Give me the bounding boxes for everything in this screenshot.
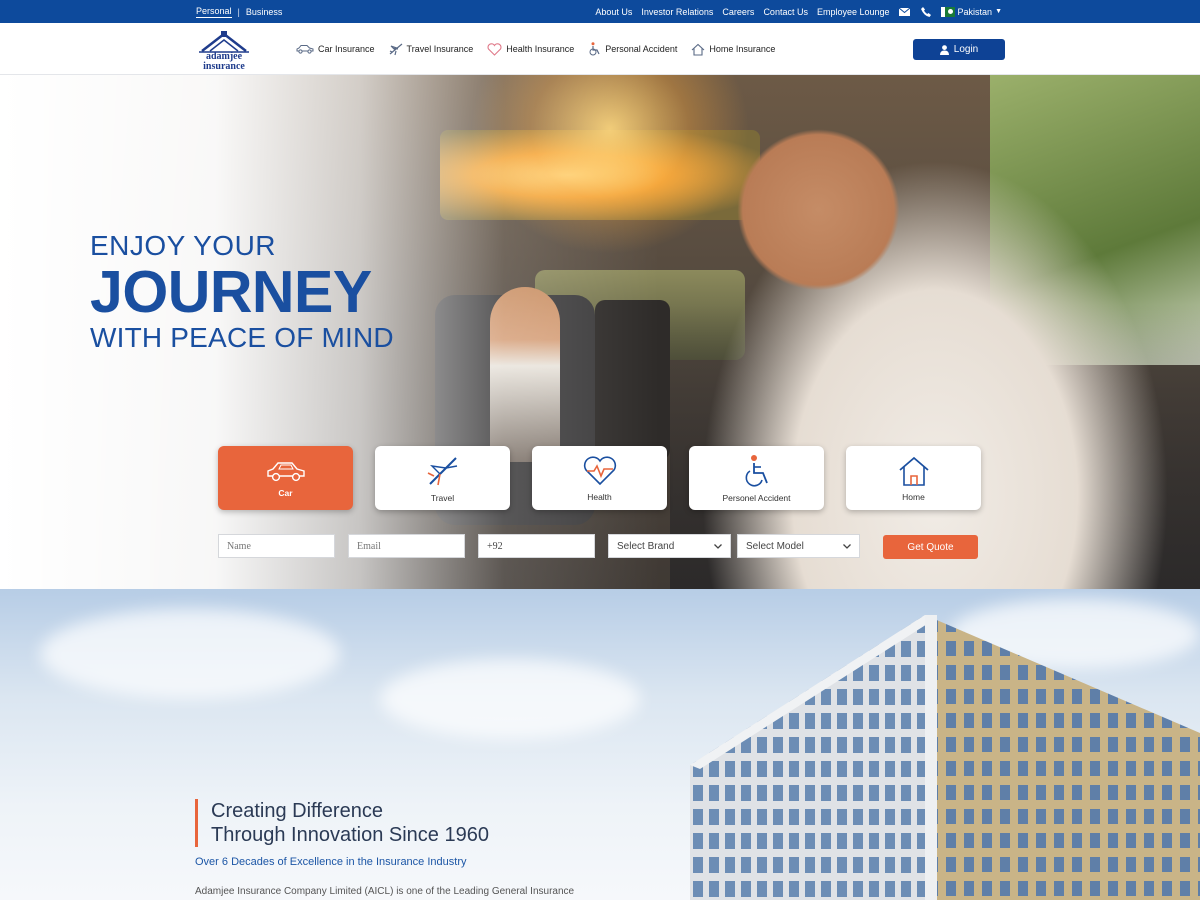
card-label: Travel — [430, 492, 455, 503]
about-section: Creating Difference Through Innovation S… — [0, 589, 1200, 900]
heart-icon — [487, 42, 502, 56]
nav-travel-insurance[interactable]: Travel Insurance — [389, 42, 474, 56]
car-icon — [266, 461, 305, 481]
airplane-icon — [389, 43, 402, 56]
tab-personal[interactable]: Personal — [196, 6, 232, 18]
top-links: About Us Investor Relations Careers Cont… — [595, 0, 1002, 23]
hero-line-3: WITH PEACE OF MIND — [90, 322, 394, 353]
contact-us-link[interactable]: Contact Us — [763, 7, 808, 17]
chevron-down-icon — [843, 543, 851, 549]
model-select-value: Select Model — [746, 540, 804, 552]
product-nav: Car Insurance Travel Insurance Health In… — [296, 23, 775, 75]
about-us-link[interactable]: About Us — [595, 7, 632, 17]
card-personal-accident[interactable]: Personel Accident — [689, 446, 824, 510]
model-select[interactable]: Select Model — [737, 534, 860, 558]
card-travel[interactable]: Travel — [375, 446, 510, 510]
phone-field[interactable] — [478, 534, 595, 558]
segment-switcher: Personal | Business — [196, 0, 282, 23]
nav-car-insurance[interactable]: Car Insurance — [296, 44, 375, 54]
tab-business[interactable]: Business — [246, 7, 283, 17]
nav-health-insurance[interactable]: Health Insurance — [487, 42, 575, 56]
brand-select-value: Select Brand — [617, 540, 675, 552]
home-icon — [898, 456, 929, 486]
adamjee-logo[interactable]: adamjee insurance — [196, 31, 252, 72]
investor-relations-link[interactable]: Investor Relations — [641, 7, 713, 17]
hero-line-1: ENJOY YOUR — [90, 230, 277, 261]
nav-label: Travel Insurance — [406, 44, 474, 54]
main-navigation: adamjee insurance Car Insurance Travel In… — [0, 23, 1200, 75]
product-cards: Car Travel Health Personel Accident Home — [218, 446, 981, 510]
nav-personal-accident[interactable]: Personal Accident — [588, 42, 677, 56]
hero-headline: ENJOY YOUR JOURNEY WITH PEACE OF MIND — [90, 232, 394, 352]
get-quote-button[interactable]: Get Quote — [883, 535, 978, 559]
segment-divider: | — [237, 6, 240, 17]
email-field[interactable] — [348, 534, 465, 558]
chevron-down-icon: ▼ — [995, 8, 1002, 15]
login-label: Login — [953, 44, 979, 55]
airplane-icon — [427, 456, 457, 485]
mail-icon[interactable] — [899, 6, 911, 18]
brand-select[interactable]: Select Brand — [608, 534, 731, 558]
top-utility-bar: Personal | Business About Us Investor Re… — [0, 0, 1200, 23]
country-selector[interactable]: Pakistan ▼ — [940, 6, 1002, 17]
login-button[interactable]: Login — [913, 39, 1005, 60]
sky-cloud — [380, 659, 640, 739]
sky-cloud — [40, 609, 340, 699]
card-label: Home — [902, 491, 925, 502]
card-label: Personel Accident — [722, 492, 791, 503]
card-label: Health — [587, 491, 612, 502]
card-car[interactable]: Car — [218, 446, 353, 510]
about-title: Creating Difference Through Innovation S… — [195, 799, 574, 847]
car-icon — [296, 45, 314, 54]
pakistan-flag-icon — [940, 6, 955, 17]
card-health[interactable]: Health — [532, 446, 667, 510]
nav-label: Car Insurance — [318, 44, 375, 54]
chevron-down-icon — [714, 543, 722, 549]
logo-wordmark: adamjee insurance — [203, 51, 245, 72]
about-body-text: Adamjee Insurance Company Limited (AICL)… — [195, 886, 575, 897]
nav-label: Personal Accident — [605, 44, 678, 54]
careers-link[interactable]: Careers — [722, 7, 754, 17]
home-icon — [691, 43, 705, 56]
quote-form: Select Brand Select Model Get Quote — [218, 534, 978, 559]
nav-home-insurance[interactable]: Home Insurance — [691, 43, 775, 56]
card-home[interactable]: Home — [846, 446, 981, 510]
wheelchair-icon — [589, 42, 600, 56]
nav-label: Home Insurance — [709, 44, 776, 54]
hero-line-2: JOURNEY — [90, 259, 372, 325]
heart-icon — [583, 455, 616, 485]
user-icon — [939, 44, 949, 55]
hero-banner: ENJOY YOUR JOURNEY WITH PEACE OF MIND Ca… — [0, 75, 1200, 589]
card-label: Car — [278, 487, 293, 498]
wheelchair-icon — [745, 454, 768, 486]
headquarters-building-image — [690, 615, 1200, 900]
name-field[interactable] — [218, 534, 335, 558]
nav-label: Health Insurance — [506, 44, 575, 54]
employee-lounge-link[interactable]: Employee Lounge — [817, 7, 890, 17]
country-label: Pakistan — [957, 6, 993, 17]
about-subtitle: Over 6 Decades of Excellence in the Insu… — [195, 856, 467, 868]
about-content: Creating Difference Through Innovation S… — [195, 799, 574, 897]
phone-icon[interactable] — [920, 6, 932, 18]
